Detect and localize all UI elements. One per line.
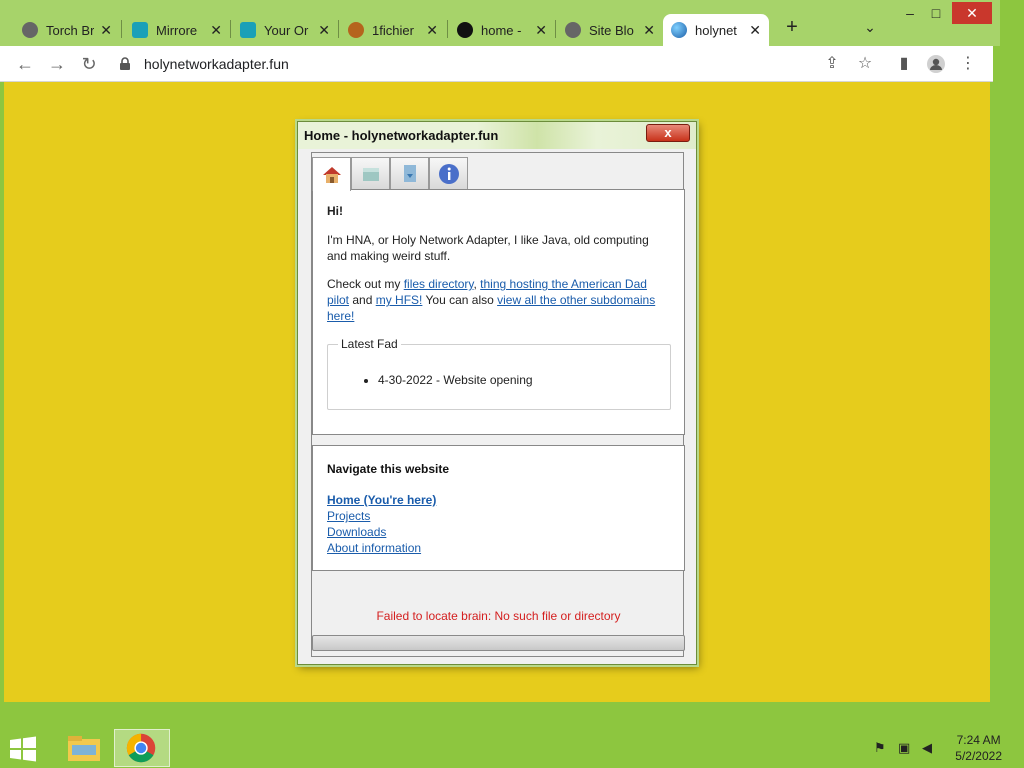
tab-about[interactable] (429, 157, 468, 189)
tab-title: Site Blo (589, 22, 634, 38)
bookmark-star-icon[interactable]: ☆ (855, 54, 875, 74)
latest-fad-group: Latest Fad 4-30-2022 - Website opening (327, 337, 671, 410)
browser-tab[interactable]: Your Or ✕ (232, 14, 338, 46)
browser-tab[interactable]: Site Blo ✕ (557, 14, 663, 46)
gear-icon (132, 22, 148, 38)
latest-fad-list: 4-30-2022 - Website opening (378, 373, 533, 387)
menu-kebab-icon[interactable]: ⋮ (958, 54, 978, 74)
browser-tab[interactable]: 1fichier ✕ (340, 14, 446, 46)
network-icon[interactable]: ▣ (898, 740, 914, 756)
navigation-panel: Navigate this website Home (You're here)… (312, 445, 685, 571)
tab-separator (338, 20, 339, 38)
address-bar[interactable]: holynetworkadapter.fun (110, 51, 810, 77)
chrome-icon (126, 733, 156, 763)
windows-logo-icon (10, 736, 36, 762)
chrome-taskbar-button[interactable] (114, 729, 170, 767)
tab-close-icon[interactable]: ✕ (637, 22, 655, 39)
links-paragraph: Check out my files directory, thing host… (327, 276, 670, 324)
tab-title: holynet (695, 22, 737, 38)
nav-link-projects[interactable]: Projects (327, 508, 670, 524)
globe-icon (22, 22, 38, 38)
start-button[interactable] (8, 736, 38, 762)
reload-button[interactable]: ↻ (78, 53, 100, 75)
tab-separator (447, 20, 448, 38)
greeting-heading: Hi! (327, 204, 343, 218)
latest-fad-legend: Latest Fad (338, 337, 401, 351)
download-arrow-icon (403, 164, 416, 182)
tab-title: home - (481, 22, 522, 38)
share-icon[interactable]: ⇪ (822, 54, 842, 74)
tab-title: 1fichier (372, 22, 414, 38)
clock-date: 5/2/2022 (955, 749, 1002, 763)
taskbar: ⚑ ▣ ◀ 7:24 AM 5/2/2022 (0, 728, 1024, 768)
tab-title: Mirrore (156, 22, 198, 38)
new-tab-button[interactable]: + (780, 16, 804, 38)
tab-close-icon[interactable]: ✕ (529, 22, 547, 39)
action-center-flag-icon[interactable]: ⚑ (874, 740, 890, 756)
profile-avatar-icon[interactable] (926, 54, 946, 74)
maximize-button[interactable]: □ (924, 2, 948, 24)
tab-close-icon[interactable]: ✕ (420, 22, 438, 39)
side-panel-icon[interactable]: ▮ (894, 54, 914, 74)
tab-close-icon[interactable]: ✕ (312, 22, 330, 39)
clock-time: 7:24 AM (956, 733, 1001, 747)
text-fragment: You can also (422, 293, 498, 307)
tab-downloads[interactable] (390, 157, 429, 189)
window-close-button[interactable]: x (646, 124, 690, 142)
list-item: 4-30-2022 - Website opening (378, 373, 533, 387)
browser-tab-strip: Torch Br ✕ Mirrore ✕ Your Or ✕ 1fichier … (0, 0, 1000, 46)
nav-link-home[interactable]: Home (You're here) (327, 492, 670, 508)
tab-close-icon[interactable]: ✕ (743, 22, 761, 39)
window-body: Hi! I'm HNA, or Holy Network Adapter, I … (311, 152, 685, 657)
browser-tab[interactable]: Mirrore ✕ (124, 14, 230, 46)
hfs-link[interactable]: my HFS! (376, 293, 423, 307)
tab-separator (555, 20, 556, 38)
text-fragment: and (349, 293, 376, 307)
forward-button[interactable]: → (46, 53, 68, 75)
minimize-button[interactable]: – (898, 2, 922, 24)
intro-text: I'm HNA, or Holy Network Adapter, I like… (327, 233, 649, 263)
house-icon (322, 166, 341, 183)
window-titlebar[interactable]: Home - holynetworkadapter.fun x (298, 122, 696, 149)
nav-link-about[interactable]: About information (327, 540, 670, 556)
hedgehog-icon (348, 22, 364, 38)
tab-bar (312, 157, 468, 191)
tab-title: Torch Br (46, 22, 95, 38)
error-message: Failed to locate brain: No such file or … (376, 609, 621, 623)
url-text: holynetworkadapter.fun (144, 56, 289, 72)
files-directory-link[interactable]: files directory (404, 277, 474, 291)
text-fragment: Check out my (327, 277, 404, 291)
browser-toolbar: ← → ↻ holynetworkadapter.fun ⇪ ☆ ▮ ⋮ (0, 46, 993, 82)
spiral-icon (457, 22, 473, 38)
window-title: Home - holynetworkadapter.fun (304, 128, 499, 143)
tab-title: Your Or (264, 22, 309, 38)
tab-separator (230, 20, 231, 38)
folder-icon (68, 736, 100, 761)
globe-icon (565, 22, 581, 38)
tab-home[interactable] (312, 157, 351, 191)
tab-projects[interactable] (351, 157, 390, 189)
lock-icon (118, 57, 132, 71)
file-explorer-button[interactable] (56, 729, 112, 767)
nav-link-downloads[interactable]: Downloads (327, 524, 670, 540)
hna-window: Home - holynetworkadapter.fun x Hi! I'm … (297, 121, 697, 665)
browser-tab-active[interactable]: holynet ✕ (663, 14, 769, 46)
projects-box-icon (362, 167, 379, 181)
browser-tab[interactable]: Torch Br ✕ (14, 14, 120, 46)
nav-title: Navigate this website (327, 462, 450, 476)
volume-muted-icon[interactable]: ◀ (922, 740, 938, 756)
gear-icon (240, 22, 256, 38)
browser-tab[interactable]: home - ✕ (449, 14, 555, 46)
tab-close-icon[interactable]: ✕ (204, 22, 222, 39)
home-tab-panel: Hi! I'm HNA, or Holy Network Adapter, I … (312, 189, 685, 435)
tab-search-chevron-icon[interactable]: ⌄ (858, 16, 882, 38)
globe-icon (671, 22, 687, 38)
info-icon (438, 163, 459, 184)
back-button[interactable]: ← (14, 53, 36, 75)
close-window-button[interactable]: ✕ (952, 2, 992, 24)
tab-separator (121, 20, 122, 38)
progress-bar (312, 635, 685, 651)
tab-close-icon[interactable]: ✕ (94, 22, 112, 39)
system-clock[interactable]: 7:24 AM 5/2/2022 (955, 732, 1002, 764)
